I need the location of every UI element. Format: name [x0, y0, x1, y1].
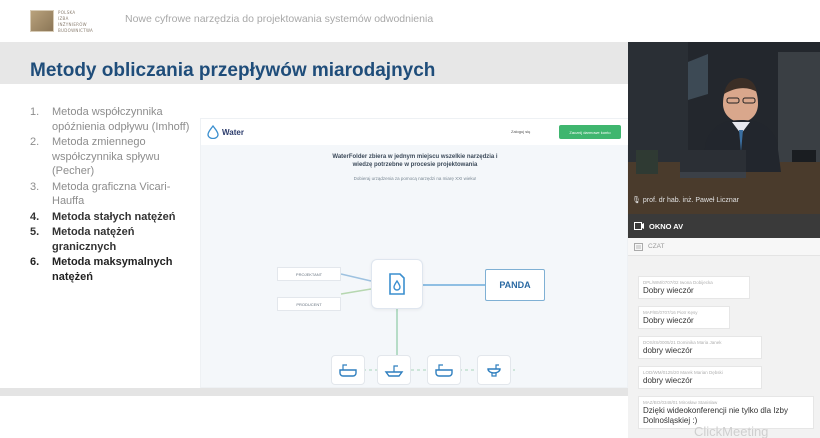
- message-text: dobry wieczór: [643, 376, 693, 385]
- logo-line: IZBA: [58, 15, 69, 21]
- meeting-sidebar: 🎙 prof. dr hab. inż. Paweł Licznar OKNO …: [628, 42, 820, 438]
- method-item-active: 6. Metoda maksymalnych natężeń: [30, 256, 173, 283]
- message-text: Dzięki wideokonferencji nie tylko dla Iz…: [643, 406, 788, 425]
- message-author: LOD/WM/0125/20 Marek Marian Dębski: [643, 370, 723, 375]
- water-drop-icon: [389, 273, 405, 295]
- message-author: MAZ/BO/0348/01 Mirosław Stanisław: [643, 400, 718, 405]
- sink-icon: [384, 365, 404, 377]
- message-author: DOS/IS/0005/21 Dominika Maria Janek: [643, 340, 722, 345]
- logo-emblem: [30, 10, 54, 32]
- chat-messages: DPL/WM/0707/02 Iwona Dobijecka Dobry wie…: [628, 260, 820, 438]
- water-drop-icon: [207, 125, 219, 139]
- methods-list: 1. Metoda współczynnika opóźnienia odpływ…: [30, 105, 196, 285]
- tool-icon: [427, 355, 461, 385]
- producer-tag: PRODUCENT: [277, 297, 341, 311]
- bathtub-icon: [339, 364, 357, 377]
- site-subline: Dobieraj urządzenia za pomocą narzędzi n…: [353, 176, 477, 181]
- microphone-icon: 🎙: [632, 197, 641, 204]
- chat-tab[interactable]: CZAT: [628, 238, 820, 256]
- message-text: dobry wieczór: [643, 346, 693, 355]
- logo-line: POLSKA: [58, 9, 76, 15]
- site-navbar: Water Zaloguj się Zacznij darmowe konto: [201, 119, 629, 145]
- message-text: Dobry wieczór: [643, 316, 694, 325]
- designer-tag: PROJEKTANT: [277, 267, 341, 281]
- chamber-logo: POLSKA IZBA INŻYNIERÓW BUDOWNICTWA: [30, 8, 94, 34]
- message-text: Dobry wieczór: [643, 286, 694, 295]
- method-item: 2. Metoda zmiennego współczynnika spływu …: [30, 136, 160, 177]
- presentation-title: Nowe cyfrowe narzędzia do projektowania …: [125, 13, 434, 25]
- chat-icon: [634, 242, 643, 251]
- slide-title: Metody obliczania przepływów miarodajnyc…: [30, 60, 436, 81]
- waterfolder-hub: [371, 259, 423, 309]
- chat-message: DPL/WM/0707/02 Iwona Dobijecka Dobry wie…: [638, 276, 750, 299]
- method-item: 3. Metoda graficzna Vicari-Hauffa: [30, 180, 171, 208]
- logo-text: POLSKA IZBA INŻYNIERÓW BUDOWNICTWA: [58, 10, 93, 33]
- message-author: MAP/IE/0707/16 Piotr Kęsy: [643, 310, 698, 315]
- logo-line: BUDOWNICTWA: [58, 27, 94, 33]
- tool-icon: [331, 355, 365, 385]
- speaker-name-label: 🎙 prof. dr hab. inż. Paweł Licznar: [632, 197, 739, 204]
- tool-icon: [377, 355, 411, 385]
- panda-logo: PANDA: [485, 269, 545, 301]
- speaker-video[interactable]: 🎙 prof. dr hab. inż. Paweł Licznar: [628, 42, 820, 214]
- site-logo: Water: [207, 125, 244, 139]
- method-item: 4. Metoda stałych natężeń: [30, 210, 176, 223]
- video-window-icon: [634, 222, 644, 230]
- tool-icon: [477, 355, 511, 385]
- chat-message: DOS/IS/0005/21 Dominika Maria Janek dobr…: [638, 336, 762, 359]
- toilet-icon: [487, 364, 501, 377]
- method-item: 5. Metoda natężeń granicznych: [30, 226, 135, 253]
- chat-label: CZAT: [648, 243, 665, 250]
- waterfolder-screenshot: Water Zaloguj się Zacznij darmowe konto …: [200, 118, 629, 389]
- site-login-link: Zaloguj się: [511, 129, 531, 134]
- av-window-label: OKNO AV: [649, 221, 684, 231]
- av-window-bar[interactable]: OKNO AV: [628, 214, 820, 238]
- logo-line: INŻYNIERÓW: [58, 21, 87, 27]
- top-bar: POLSKA IZBA INŻYNIERÓW BUDOWNICTWA Nowe …: [0, 0, 820, 42]
- bathtub-icon: [435, 364, 453, 377]
- site-headline: WaterFolder zbiera w jednym miejscu wsze…: [332, 154, 498, 168]
- speaker-video-frame: [628, 42, 820, 214]
- site-cta-button: Zacznij darmowe konto: [559, 125, 621, 139]
- clickmeeting-watermark: ClickMeeting: [694, 424, 769, 438]
- slide-bottom-bar: [0, 388, 628, 396]
- site-logo-text: Water: [222, 127, 244, 137]
- chat-message: MAP/IE/0707/16 Piotr Kęsy Dobry wieczór: [638, 306, 730, 329]
- chat-message: LOD/WM/0125/20 Marek Marian Dębski dobry…: [638, 366, 762, 389]
- workflow-diagram: PROJEKTANT PRODUCENT PANDA: [201, 189, 629, 389]
- method-item: 1. Metoda współczynnika opóźnienia odpływ…: [30, 106, 190, 133]
- message-author: DPL/WM/0707/02 Iwona Dobijecka: [643, 280, 713, 285]
